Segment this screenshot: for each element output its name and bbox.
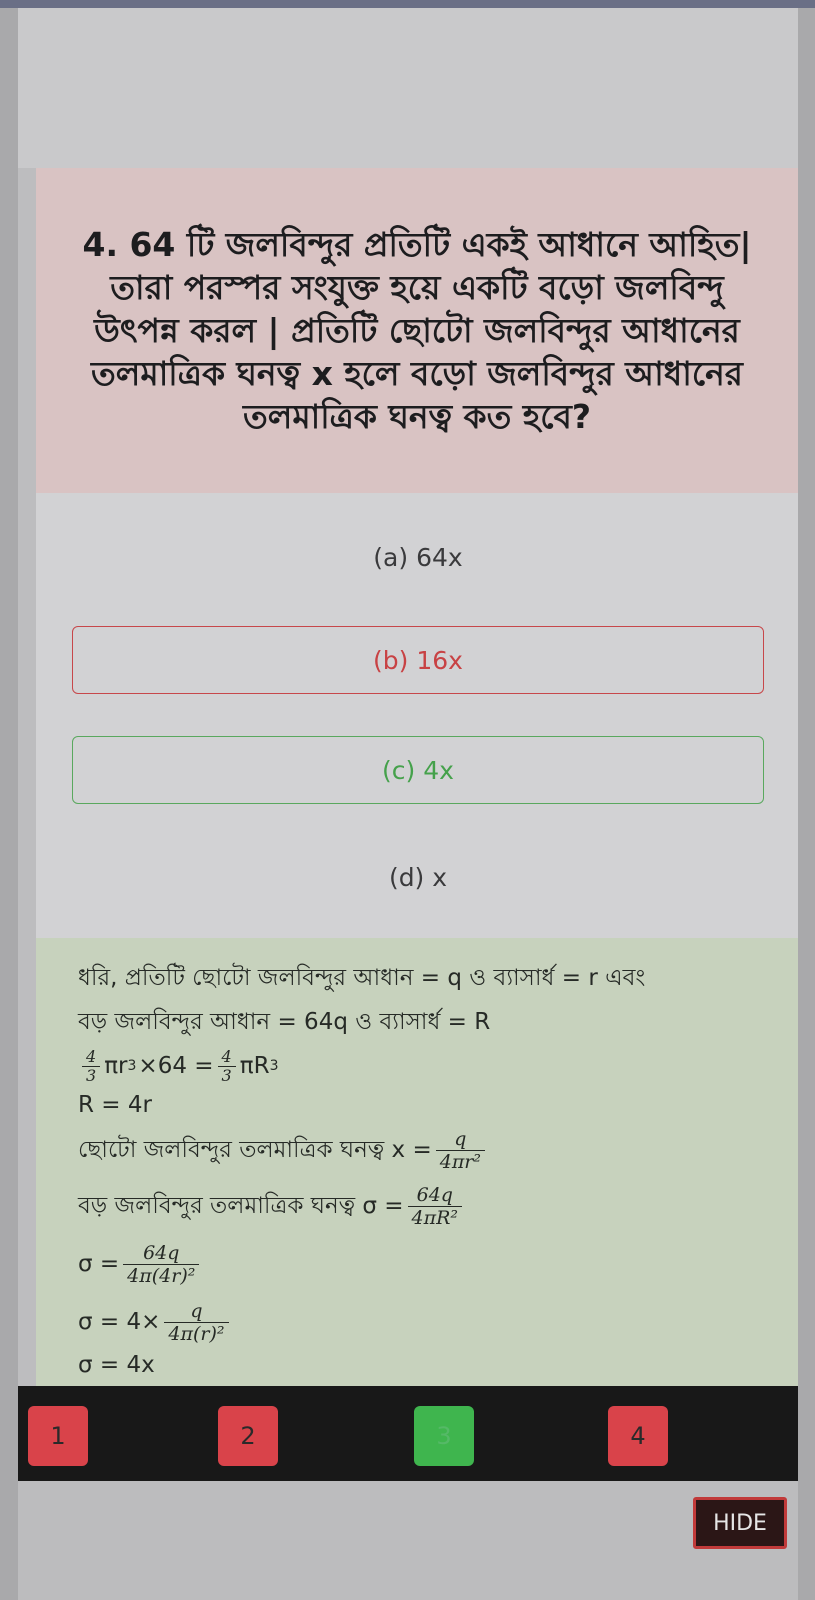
fraction-four-thirds-right: 4 3	[217, 1047, 236, 1085]
option-b[interactable]: (b) 16x	[72, 626, 764, 694]
hide-button[interactable]: HIDE	[693, 1497, 787, 1549]
solution-line-1: ধরি, প্রতিটি ছোটো জলবিন্দুর আধান = q ও ব…	[78, 964, 646, 991]
solution-line-5: ছোটো জলবিন্দুর তলমাত্রিক ঘনত্ব x = q 4πr…	[78, 1122, 758, 1178]
question-text: 4. 64 টি জলবিন্দুর প্রতিটি একই আধানে আহি…	[82, 225, 752, 436]
solution-line-6: বড় জলবিন্দুর তলমাত্রিক ঘনত্ব σ = 64q 4π…	[78, 1178, 758, 1234]
question-card: 4. 64 টি জলবিন্দুর প্রতিটি একই আধানে আহি…	[36, 168, 798, 493]
option-d[interactable]: (d) x	[72, 843, 764, 911]
options-panel: (a) 64x (b) 16x (c) 4x (d) x	[36, 493, 798, 938]
nav-button-3[interactable]: 3	[414, 1406, 474, 1466]
nav-button-2[interactable]: 2	[218, 1406, 278, 1466]
solution-equation-volume: 4 3 πr 3 ×64 = 4 3 πR 3	[78, 1044, 758, 1088]
left-edge	[0, 8, 18, 1600]
screen-top-area	[18, 8, 798, 168]
right-edge	[798, 8, 815, 1600]
solution-line-2: বড় জলবিন্দুর আধান = 64q ও ব্যাসার্ধ = R	[78, 1008, 491, 1035]
question-nav-bar: 1 2 3 4	[18, 1386, 798, 1481]
top-status-strip	[0, 0, 815, 8]
solution-line-7: σ = 64q 4π(4r)²	[78, 1234, 758, 1294]
solution-panel: ধরি, প্রতিটি ছোটো জলবিন্দুর আধান = q ও ব…	[36, 938, 798, 1386]
option-c[interactable]: (c) 4x	[72, 736, 764, 804]
solution-line-4: R = 4r	[78, 1092, 152, 1118]
fraction-four-thirds: 4 3	[82, 1047, 101, 1085]
option-a[interactable]: (a) 64x	[72, 523, 764, 591]
solution-line-8: σ = 4× q 4π(r)²	[78, 1294, 758, 1350]
nav-button-4[interactable]: 4	[608, 1406, 668, 1466]
nav-button-1[interactable]: 1	[28, 1406, 88, 1466]
bottom-area: HIDE	[18, 1481, 798, 1600]
solution-line-9: σ = 4x	[78, 1352, 155, 1378]
